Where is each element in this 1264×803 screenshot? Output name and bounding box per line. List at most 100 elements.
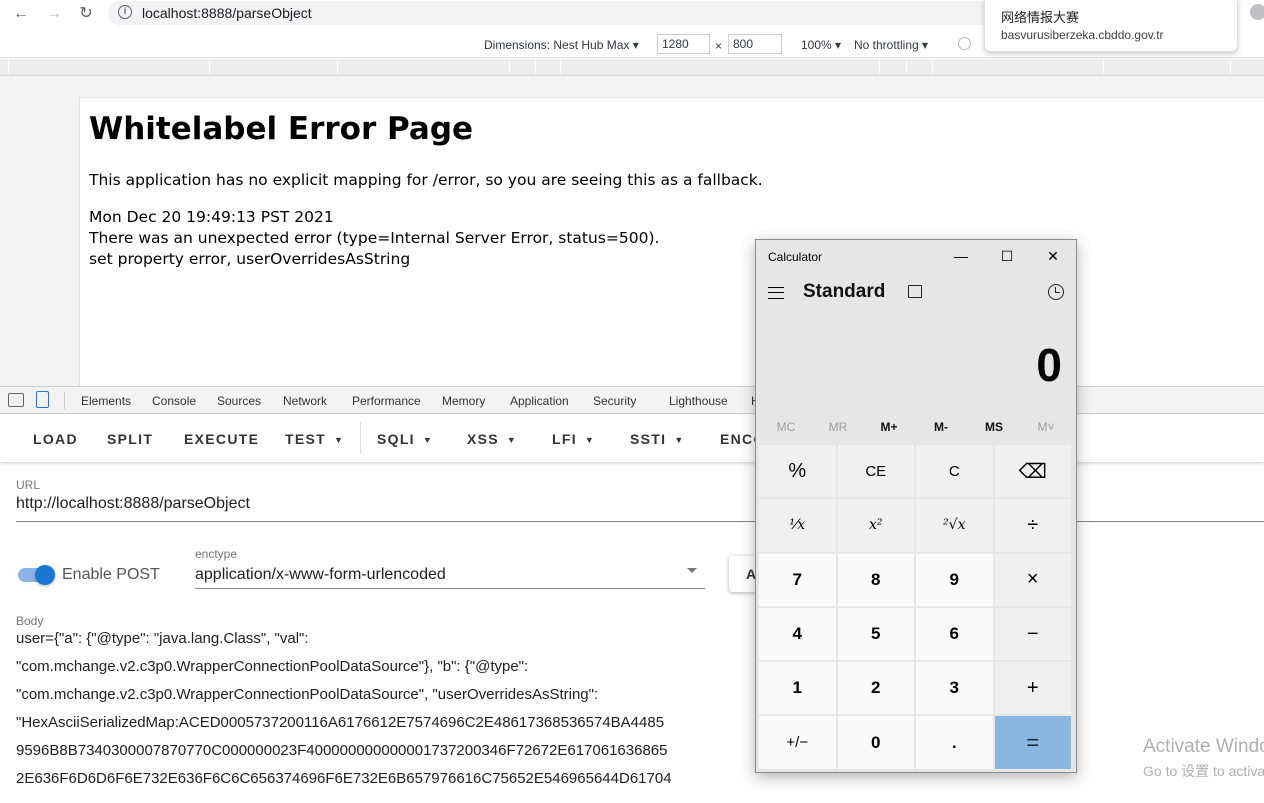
site-info-icon[interactable]: i — [118, 5, 132, 19]
enable-post-toggle-knob[interactable] — [35, 565, 55, 585]
inspect-element-icon[interactable] — [8, 393, 24, 407]
tab-console[interactable]: Console — [152, 394, 196, 408]
split-button[interactable]: SPLIT — [107, 431, 153, 447]
body-line: 2E636F6D6D6F6E732E636F6C6C656374696F6E73… — [16, 770, 672, 787]
clear-button[interactable]: C — [916, 445, 993, 498]
digit-2-button[interactable]: 2 — [837, 662, 914, 715]
ssti-menu-button[interactable]: SSTI ▼ — [630, 431, 683, 447]
hamburger-menu-icon[interactable] — [768, 287, 784, 299]
digit-1-button[interactable]: 1 — [759, 662, 836, 715]
test-menu-button[interactable]: TEST ▼ — [285, 431, 343, 447]
memory-clear-button: MC — [776, 420, 796, 434]
height-input[interactable]: 800 — [728, 34, 782, 54]
zoom-dropdown[interactable]: 100% ▾ — [801, 38, 841, 52]
equals-button[interactable]: = — [994, 716, 1071, 769]
execute-button[interactable]: EXECUTE — [184, 431, 259, 447]
forward-arrow-icon[interactable]: → — [43, 3, 65, 25]
error-message: This application has no explicit mapping… — [89, 171, 763, 189]
profile-avatar[interactable] — [1250, 4, 1264, 20]
body-line: "com.mchange.v2.c3p0.WrapperConnectionPo… — [16, 658, 529, 675]
close-icon[interactable]: ✕ — [1039, 246, 1067, 266]
tab-elements[interactable]: Elements — [81, 394, 131, 408]
tab-security[interactable]: Security — [593, 394, 636, 408]
lfi-menu-button[interactable]: LFI ▼ — [552, 431, 594, 447]
error-detail: set property error, userOverridesAsStrin… — [89, 250, 411, 268]
xss-menu-button[interactable]: XSS ▼ — [467, 431, 516, 447]
notification-popup[interactable]: 网络情报大赛 basvurusiberzeka.cbddo.gov.tr — [984, 0, 1238, 52]
popup-subtitle: basvurusiberzeka.cbddo.gov.tr — [1001, 28, 1164, 42]
body-line: 9596B8B7340300007870770C000000023F400000… — [16, 742, 668, 759]
dimensions-dropdown[interactable]: Dimensions: Nest Hub Max ▾ — [484, 38, 639, 52]
backspace-button[interactable]: ⌫ — [994, 445, 1071, 498]
digit-9-button[interactable]: 9 — [916, 553, 993, 606]
clear-entry-button[interactable]: CE — [837, 445, 914, 498]
subtract-button[interactable]: − — [994, 607, 1071, 661]
square-root-button[interactable]: ²√x — [916, 499, 993, 552]
error-status: There was an unexpected error (type=Inte… — [89, 229, 660, 247]
enctype-select[interactable]: application/x-www-form-urlencoded — [195, 566, 446, 584]
memory-list-button: M˅ — [1037, 420, 1055, 434]
maximize-icon[interactable]: ☐ — [993, 246, 1021, 266]
calculator-window: Calculator — ☐ ✕ Standard 0 MC MR M+ M- … — [755, 239, 1077, 773]
digit-3-button[interactable]: 3 — [916, 662, 993, 715]
sqli-menu-button[interactable]: SQLI ▼ — [377, 431, 432, 447]
url-input[interactable]: http://localhost:8888/parseObject — [16, 495, 250, 513]
digit-7-button[interactable]: 7 — [759, 553, 836, 606]
enctype-label: enctype — [195, 547, 238, 561]
activate-windows-subtitle: Go to 设置 to activate Windows. — [1143, 763, 1264, 779]
tab-performance[interactable]: Performance — [352, 394, 421, 408]
tab-sources[interactable]: Sources — [217, 394, 261, 408]
tab-network[interactable]: Network — [283, 394, 327, 408]
body-line: user={"a": {"@type": "java.lang.Class", … — [16, 630, 309, 647]
tab-memory[interactable]: Memory — [442, 394, 485, 408]
chevron-down-icon[interactable] — [687, 568, 697, 573]
enable-post-label: Enable POST — [62, 566, 160, 583]
multiply-button[interactable]: × — [994, 553, 1071, 606]
digit-0-button[interactable]: 0 — [837, 716, 914, 769]
history-icon[interactable] — [1048, 284, 1064, 300]
reload-icon[interactable]: ↻ — [75, 3, 97, 25]
memory-subtract-button[interactable]: M- — [915, 420, 967, 434]
memory-recall-button: MR — [828, 420, 848, 434]
tab-application[interactable]: Application — [510, 394, 569, 408]
memory-add-button[interactable]: M+ — [863, 420, 915, 434]
tab-lighthouse[interactable]: Lighthouse — [669, 394, 728, 408]
calculator-display: 0 — [1036, 339, 1062, 391]
negate-button[interactable]: +/− — [759, 716, 836, 769]
add-button[interactable]: + — [994, 662, 1071, 715]
times-sign: × — [715, 39, 723, 53]
divide-button[interactable]: ÷ — [994, 499, 1071, 552]
error-page: Whitelabel Error Page This application h… — [79, 97, 1264, 386]
body-label: Body — [16, 614, 44, 628]
device-toggle-icon[interactable] — [36, 391, 49, 408]
body-line: "com.mchange.v2.c3p0.WrapperConnectionPo… — [16, 686, 599, 703]
activate-windows-title: Activate Windows — [1143, 736, 1264, 757]
digit-4-button[interactable]: 4 — [759, 607, 836, 661]
rotate-icon[interactable] — [958, 37, 971, 50]
digit-6-button[interactable]: 6 — [916, 607, 993, 661]
memory-store-button[interactable]: MS — [968, 420, 1020, 434]
error-timestamp: Mon Dec 20 19:49:13 PST 2021 — [89, 208, 334, 226]
calculator-keypad: % CE C ⌫ ¹⁄x x² ²√x ÷ 7 8 9 × 4 5 6 − 1 … — [759, 445, 1073, 771]
keep-on-top-icon[interactable] — [908, 285, 922, 298]
decimal-button[interactable]: . — [916, 716, 993, 769]
digit-5-button[interactable]: 5 — [837, 607, 914, 661]
width-input[interactable]: 1280 — [657, 34, 710, 54]
square-button[interactable]: x² — [837, 499, 914, 552]
percent-button[interactable]: % — [759, 445, 836, 498]
load-button[interactable]: LOAD — [33, 431, 78, 447]
omnibox[interactable]: i localhost:8888/parseObject — [108, 1, 1008, 25]
url-label: URL — [16, 478, 41, 492]
throttling-dropdown[interactable]: No throttling ▾ — [854, 38, 928, 52]
calculator-mode: Standard — [803, 281, 886, 302]
popup-title: 网络情报大赛 — [1001, 10, 1080, 25]
calculator-title: Calculator — [768, 250, 823, 264]
digit-8-button[interactable]: 8 — [837, 553, 914, 606]
media-query-ruler — [0, 59, 1264, 76]
omnibox-url[interactable]: localhost:8888/parseObject — [142, 5, 312, 21]
page-title: Whitelabel Error Page — [89, 111, 474, 147]
reciprocal-button[interactable]: ¹⁄x — [759, 499, 836, 552]
minimize-icon[interactable]: — — [947, 246, 975, 266]
back-arrow-icon[interactable]: ← — [10, 3, 32, 25]
body-line: "HexAsciiSerializedMap:ACED0005737200116… — [16, 714, 665, 731]
